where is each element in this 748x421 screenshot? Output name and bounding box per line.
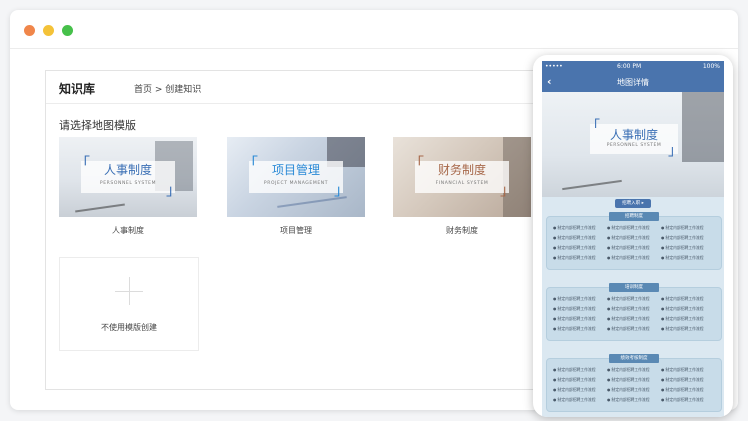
- window-titlebar: [10, 10, 738, 49]
- hero-title: 人事制度: [609, 128, 658, 142]
- panel-header: 知识库 首页 > 创建知识: [46, 71, 566, 104]
- template-card-project[interactable]: 「 项目管理 PROJECT MANAGEMENT 」: [227, 137, 365, 217]
- signal-icon: •••••: [545, 63, 563, 70]
- section-item[interactable]: ● 制定内部招聘工作流程: [661, 387, 715, 393]
- template-image-label: 「 财务制度 FINANCIAL SYSTEM 」: [409, 156, 515, 198]
- section-item[interactable]: ● 制定内部招聘工作流程: [607, 235, 661, 241]
- section-item[interactable]: ● 制定内部招聘工作流程: [607, 316, 661, 322]
- section-item[interactable]: ● 制定内部招聘工作流程: [553, 245, 607, 251]
- section-item[interactable]: ● 制定内部招聘工作流程: [553, 296, 607, 302]
- section-item[interactable]: ● 制定内部招聘工作流程: [661, 397, 715, 403]
- knowledge-base-panel: 知识库 首页 > 创建知识 请选择地图模版 「 人事制度 PERSONNEL S…: [45, 70, 567, 390]
- section-item[interactable]: ● 制定内部招聘工作流程: [607, 255, 661, 261]
- maximize-window-button[interactable]: [62, 25, 73, 36]
- section-item[interactable]: ● 制定内部招聘工作流程: [661, 225, 715, 231]
- page-title: 知识库: [59, 82, 96, 96]
- breadcrumb[interactable]: 首页 > 创建知识: [134, 82, 201, 95]
- section-item[interactable]: ● 制定内部招聘工作流程: [553, 316, 607, 322]
- battery-level: 100%: [702, 63, 720, 70]
- phone-navbar: ‹ 地图详情: [542, 72, 724, 92]
- template-image-title: 财务制度: [437, 163, 486, 177]
- section-item[interactable]: ● 制定内部招聘工作流程: [661, 245, 715, 251]
- section-badge: 绩效考核制度: [609, 354, 659, 363]
- map-section: 招聘制度 ● 制定内部招聘工作流程 ● 制定内部招聘工作流程 ● 制定内部招聘工作流…: [546, 212, 722, 270]
- template-image-label: 「 项目管理 PROJECT MANAGEMENT 」: [243, 156, 349, 198]
- section-item[interactable]: ● 制定内部招聘工作流程: [553, 367, 607, 373]
- bracket-right-icon: 」: [165, 181, 181, 199]
- template-card-finance[interactable]: 「 财务制度 FINANCIAL SYSTEM 」: [393, 137, 531, 217]
- section-item[interactable]: ● 制定内部招聘工作流程: [553, 255, 607, 261]
- map-section: 培训制度 ● 制定内部招聘工作流程 ● 制定内部招聘工作流程 ● 制定内部招聘工作流…: [546, 283, 722, 341]
- section-item[interactable]: ● 制定内部招聘工作流程: [607, 397, 661, 403]
- bracket-right-icon: 」: [499, 181, 515, 199]
- section-item[interactable]: ● 制定内部招聘工作流程: [661, 326, 715, 332]
- glasses-decoration: [562, 179, 622, 191]
- section-item[interactable]: ● 制定内部招聘工作流程: [661, 235, 715, 241]
- section-item[interactable]: ● 制定内部招聘工作流程: [553, 397, 607, 403]
- section-badge: 招聘制度: [609, 212, 659, 221]
- template-name-project[interactable]: 项目管理: [227, 225, 365, 236]
- hero-subtitle: PERSONNEL SYSTEM: [606, 143, 662, 148]
- section-item[interactable]: ● 制定内部招聘工作流程: [607, 326, 661, 332]
- close-window-button[interactable]: [24, 25, 35, 36]
- template-image-subtitle: PERSONNEL SYSTEM: [99, 181, 157, 186]
- template-image-title: 人事制度: [103, 163, 152, 177]
- template-image-subtitle: PROJECT MANAGEMENT: [263, 181, 329, 186]
- hero-label: 「 人事制度 PERSONNEL SYSTEM 」: [586, 120, 682, 158]
- template-name-finance[interactable]: 财务制度: [393, 225, 531, 236]
- template-card-hr[interactable]: 「 人事制度 PERSONNEL SYSTEM 」: [59, 137, 197, 217]
- template-image-subtitle: FINANCIAL SYSTEM: [435, 181, 489, 186]
- section-item[interactable]: ● 制定内部招聘工作流程: [607, 296, 661, 302]
- status-time: 6:00 PM: [617, 63, 642, 70]
- section-item[interactable]: ● 制定内部招聘工作流程: [661, 367, 715, 373]
- section-item[interactable]: ● 制定内部招聘工作流程: [607, 377, 661, 383]
- section-item[interactable]: ● 制定内部招聘工作流程: [553, 235, 607, 241]
- section-item[interactable]: ● 制定内部招聘工作流程: [607, 367, 661, 373]
- section-item[interactable]: ● 制定内部招聘工作流程: [553, 306, 607, 312]
- phone-screen: ••••• 6:00 PM 100% ‹ 地图详情 「 人事制度 PERSONN…: [542, 61, 724, 417]
- choose-template-label: 请选择地图模版: [59, 119, 136, 132]
- section-item[interactable]: ● 制定内部招聘工作流程: [607, 306, 661, 312]
- section-item[interactable]: ● 制定内部招聘工作流程: [607, 387, 661, 393]
- section-item[interactable]: ● 制定内部招聘工作流程: [553, 377, 607, 383]
- section-items: ● 制定内部招聘工作流程 ● 制定内部招聘工作流程 ● 制定内部招聘工作流程 ● 制定…: [553, 367, 715, 403]
- map-section: 绩效考核制度 ● 制定内部招聘工作流程 ● 制定内部招聘工作流程 ● 制定内部招聘工…: [546, 354, 722, 412]
- hero-category-button[interactable]: 招聘入职 ▸: [615, 199, 651, 208]
- blank-template-card[interactable]: 不使用模版创建: [59, 257, 199, 351]
- section-item[interactable]: ● 制定内部招聘工作流程: [607, 245, 661, 251]
- blank-template-label: 不使用模版创建: [101, 323, 157, 332]
- minimize-window-button[interactable]: [43, 25, 54, 36]
- section-item[interactable]: ● 制定内部招聘工作流程: [553, 326, 607, 332]
- section-items: ● 制定内部招聘工作流程 ● 制定内部招聘工作流程 ● 制定内部招聘工作流程 ● 制定…: [553, 225, 715, 261]
- phone-status-bar: ••••• 6:00 PM 100%: [542, 61, 724, 72]
- template-name-hr[interactable]: 人事制度: [59, 225, 197, 236]
- section-item[interactable]: ● 制定内部招聘工作流程: [661, 316, 715, 322]
- monitor-decoration: [682, 92, 724, 162]
- template-image-title: 项目管理: [271, 163, 320, 177]
- phone-hero-image: 「 人事制度 PERSONNEL SYSTEM 」: [542, 92, 724, 197]
- bracket-right-icon: 」: [668, 143, 682, 159]
- section-item[interactable]: ● 制定内部招聘工作流程: [661, 377, 715, 383]
- section-item[interactable]: ● 制定内部招聘工作流程: [661, 306, 715, 312]
- template-image-label: 「 人事制度 PERSONNEL SYSTEM 」: [75, 156, 181, 198]
- plus-icon: [129, 277, 130, 305]
- glasses-decoration: [75, 203, 125, 213]
- bracket-right-icon: 」: [333, 181, 349, 199]
- phone-preview: ••••• 6:00 PM 100% ‹ 地图详情 「 人事制度 PERSONN…: [533, 55, 733, 417]
- section-item[interactable]: ● 制定内部招聘工作流程: [661, 296, 715, 302]
- section-items: ● 制定内部招聘工作流程 ● 制定内部招聘工作流程 ● 制定内部招聘工作流程 ● 制定…: [553, 296, 715, 332]
- section-item[interactable]: ● 制定内部招聘工作流程: [553, 225, 607, 231]
- section-item[interactable]: ● 制定内部招聘工作流程: [607, 225, 661, 231]
- section-item[interactable]: ● 制定内部招聘工作流程: [661, 255, 715, 261]
- section-item[interactable]: ● 制定内部招聘工作流程: [553, 387, 607, 393]
- section-badge: 培训制度: [609, 283, 659, 292]
- phone-nav-title: 地图详情: [617, 78, 649, 87]
